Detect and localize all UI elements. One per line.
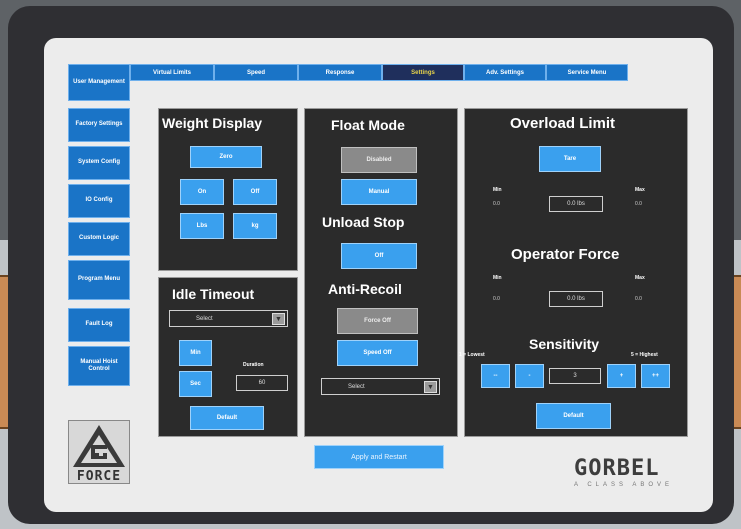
nav-factory-settings[interactable]: Factory Settings [68, 108, 130, 142]
duration-label: Duration [243, 362, 264, 368]
sensitivity-decrease-button[interactable]: - [515, 364, 544, 388]
min-button[interactable]: Min [179, 340, 212, 366]
tab-label: Response [325, 69, 355, 76]
zero-button[interactable]: Zero [190, 146, 262, 168]
nav-label: User Management [73, 78, 125, 85]
sensitivity-lowest-label: 1 = Lowest [459, 352, 485, 358]
sensitivity-title: Sensitivity [529, 336, 600, 352]
operator-max-value: 0.0 [635, 296, 642, 302]
force-logo: FORCE [68, 420, 130, 484]
gorbel-brand-name: GORBEL [574, 456, 660, 481]
sensitivity-highest-label: 5 = Highest [631, 352, 658, 358]
overload-limit-panel: Overload Limit Tare Min Max 0.0 0.0 lbs … [459, 108, 688, 437]
tab-response[interactable]: Response [298, 64, 382, 81]
float-mode-panel: Float Mode Disabled Manual Unload Stop O… [304, 108, 458, 437]
nav-label: Program Menu [77, 276, 120, 283]
tab-speed[interactable]: Speed [214, 64, 298, 81]
float-disabled-button[interactable]: Disabled [341, 147, 417, 173]
overload-value-field[interactable]: 0.0 lbs [549, 196, 603, 212]
duration-field[interactable]: 60 [236, 375, 288, 391]
tab-service-menu[interactable]: Service Menu [546, 64, 628, 81]
nav-fault-log[interactable]: Fault Log [68, 308, 130, 342]
select-value: Select [348, 383, 365, 390]
overload-min-value: 0.0 [493, 201, 500, 207]
nav-custom-logic[interactable]: Custom Logic [68, 222, 130, 256]
speed-off-button[interactable]: Speed Off [337, 340, 418, 366]
nav-io-config[interactable]: IO Config [68, 184, 130, 218]
tab-label: Speed [246, 69, 265, 76]
tab-settings[interactable]: Settings [382, 64, 464, 81]
apply-and-restart-button[interactable]: Apply and Restart [314, 445, 444, 469]
hmi-screen: User Management Factory Settings System … [44, 38, 713, 512]
sensitivity-increase-more-button[interactable]: ++ [641, 364, 670, 388]
anti-recoil-select[interactable]: Select ▼ [321, 378, 440, 395]
overload-limit-title: Overload Limit [510, 115, 616, 132]
overload-max-value: 0.0 [635, 201, 642, 207]
sensitivity-increase-button[interactable]: + [607, 364, 636, 388]
gorbel-logo: GORBEL A CLASS ABOVE [574, 456, 700, 496]
nav-manual-hoist-control[interactable]: Manual Hoist Control [68, 346, 130, 386]
operator-force-field[interactable]: 0.0 lbs [549, 291, 603, 307]
tab-virtual-limits[interactable]: Virtual Limits [130, 64, 214, 81]
idle-default-button[interactable]: Default [190, 406, 264, 430]
float-mode-title: Float Mode [331, 117, 405, 133]
idle-timeout-title: Idle Timeout [172, 286, 255, 302]
nav-system-config[interactable]: System Config [68, 146, 130, 180]
nav-label: Factory Settings [75, 121, 123, 128]
gorbel-tagline: A CLASS ABOVE [574, 482, 674, 488]
weight-off-button[interactable]: Off [233, 179, 277, 205]
operator-min-value: 0.0 [493, 296, 500, 302]
operator-min-label: Min [493, 275, 502, 281]
kg-button[interactable]: kg [233, 213, 277, 239]
force-logo-mark-icon [73, 425, 125, 467]
operator-max-label: Max [635, 275, 645, 281]
nav-label: IO Config [85, 197, 113, 204]
idle-timeout-select[interactable]: Select ▼ [169, 310, 288, 327]
weight-display-title: Weight Display [162, 115, 263, 131]
tab-label: Service Menu [567, 69, 607, 76]
nav-label: Custom Logic [79, 235, 119, 242]
tab-adv-settings[interactable]: Adv. Settings [464, 64, 546, 81]
lbs-button[interactable]: Lbs [180, 213, 224, 239]
nav-user-management[interactable]: User Management [68, 64, 130, 101]
unload-off-button[interactable]: Off [341, 243, 417, 269]
weight-on-button[interactable]: On [180, 179, 224, 205]
unload-stop-title: Unload Stop [322, 214, 405, 230]
overload-max-label: Max [635, 187, 645, 193]
sec-button[interactable]: Sec [179, 371, 212, 397]
nav-label: System Config [77, 159, 120, 166]
sensitivity-default-button[interactable]: Default [536, 403, 611, 429]
tab-label: Virtual Limits [153, 69, 191, 76]
dropdown-arrow-icon: ▼ [424, 381, 437, 393]
sensitivity-value-field[interactable]: 3 [549, 368, 601, 384]
force-logo-text: FORCE [76, 469, 122, 484]
select-value: Select [196, 315, 213, 322]
tablet-frame: User Management Factory Settings System … [8, 6, 734, 524]
nav-label: Manual Hoist Control [80, 358, 118, 372]
nav-label: Fault Log [85, 321, 113, 328]
overload-min-label: Min [493, 187, 502, 193]
idle-timeout-panel: Idle Timeout Select ▼ Min Duration Sec 6… [158, 277, 298, 437]
force-off-button[interactable]: Force Off [337, 308, 418, 334]
tare-button[interactable]: Tare [539, 146, 601, 172]
weight-display-panel: Weight Display Zero On Off Lbs kg [158, 108, 298, 271]
sensitivity-decrease-more-button[interactable]: -- [481, 364, 510, 388]
anti-recoil-title: Anti-Recoil [328, 281, 402, 297]
tab-label: Settings [411, 69, 435, 76]
float-manual-button[interactable]: Manual [341, 179, 417, 205]
tab-label: Adv. Settings [486, 69, 524, 76]
dropdown-arrow-icon: ▼ [272, 313, 285, 325]
operator-force-title: Operator Force [511, 246, 620, 263]
nav-program-menu[interactable]: Program Menu [68, 260, 130, 300]
